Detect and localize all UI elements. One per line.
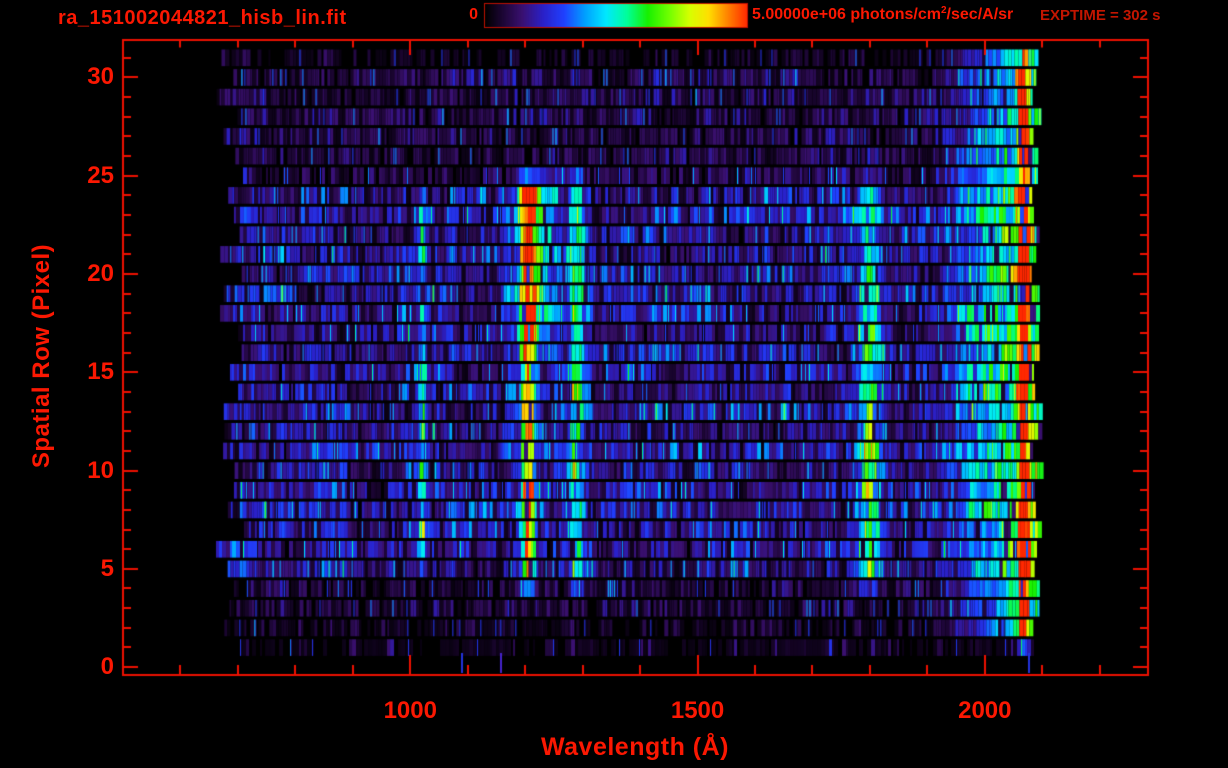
y-tick-label: 25 [87, 161, 114, 189]
x-tick-label: 2000 [958, 697, 1012, 724]
x-axis-title: Wavelength (Å) [540, 733, 730, 761]
y-tick-label: 0 [100, 653, 114, 681]
y-tick-label: 15 [87, 358, 114, 386]
x-tick-label: 1500 [670, 697, 725, 724]
colorbar-units-suffix: /sec/A/sr [946, 6, 1014, 23]
colorbar-min-label: 0 [469, 6, 478, 23]
y-tick-label: 20 [87, 259, 114, 287]
exptime-label: EXPTIME = 302 s [1040, 7, 1161, 24]
y-tick-label: 5 [100, 554, 114, 582]
spectrogram-window: ra_151002044821_hisb_lin.fit 0 5.00000e+… [0, 0, 1228, 768]
colorbar-units-prefix: photons/cm [845, 6, 941, 23]
x-tick-label: 1000 [383, 697, 437, 724]
spectrogram-plot-canvas [0, 0, 1228, 768]
y-tick-label: 10 [87, 456, 114, 484]
y-tick-label: 30 [87, 63, 114, 91]
colorbar-max-label: 5.00000e+06 photons/cm2/sec/A/sr [752, 5, 1013, 24]
plot-title: ra_151002044821_hisb_lin.fit [58, 7, 347, 29]
colorbar-max-value: 5.00000e+06 [752, 6, 846, 23]
